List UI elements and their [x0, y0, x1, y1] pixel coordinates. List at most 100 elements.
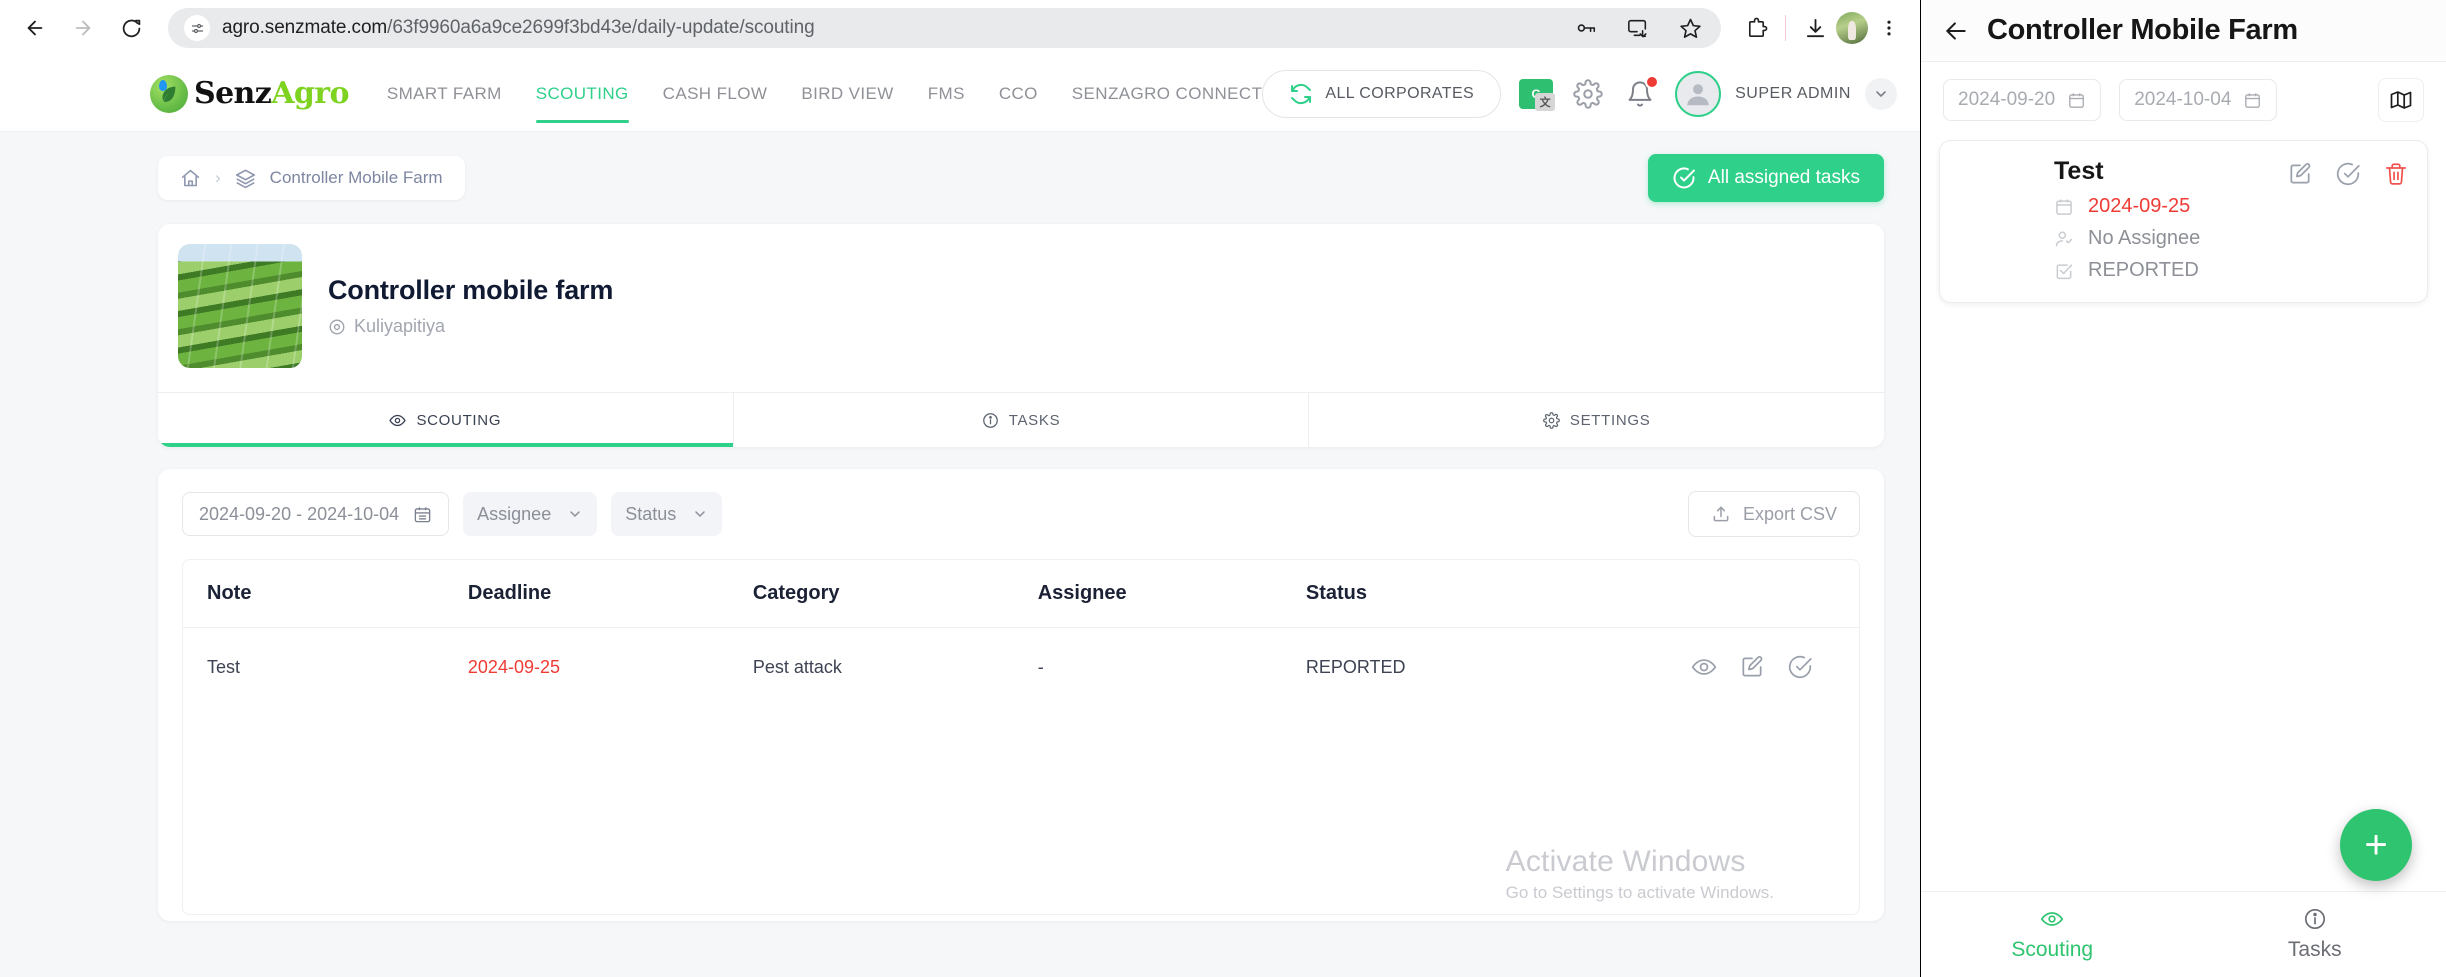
google-translate-icon[interactable]: G 文: [1519, 78, 1556, 111]
col-note: Note: [183, 560, 468, 628]
tab-tasks-label: TASKS: [1008, 411, 1061, 429]
status-select[interactable]: Status: [611, 492, 723, 536]
mobile-task-status: REPORTED: [2054, 259, 2287, 282]
mobile-bottom-nav: Scouting Tasks: [1921, 891, 2446, 977]
address-bar[interactable]: agro.senzmate.com/63f9960a6a9ce2699f3bd4…: [168, 8, 1721, 48]
water-drop-icon: [159, 79, 167, 91]
export-csv-label: Export CSV: [1742, 503, 1837, 524]
breadcrumb-row: › Controller Mobile Farm All assigned ta…: [0, 132, 1920, 202]
reload-icon[interactable]: [110, 7, 152, 49]
screen-root: agro.senzmate.com/63f9960a6a9ce2699f3bd4…: [0, 0, 2446, 977]
back-arrow-icon[interactable]: [14, 7, 56, 49]
extensions-puzzle-icon[interactable]: [1739, 11, 1773, 45]
bottom-nav-tasks[interactable]: Tasks: [2184, 892, 2446, 977]
mobile-date-to-value: 2024-10-04: [2134, 89, 2232, 110]
app-header: SenzAgro SMART FARM SCOUTING CASH FLOW B…: [0, 56, 1920, 132]
nav-smart-farm[interactable]: SMART FARM: [387, 56, 502, 131]
mobile-date-from[interactable]: 2024-09-20: [1943, 79, 2102, 121]
star-bookmark-icon[interactable]: [1673, 11, 1707, 45]
back-arrow-icon[interactable]: [1943, 18, 1969, 44]
leaf-icon: [150, 74, 188, 113]
table-row[interactable]: Test 2024-09-25 Pest attack - REPORTED: [183, 628, 1859, 707]
col-deadline: Deadline: [467, 560, 753, 628]
complete-icon[interactable]: [2335, 161, 2361, 187]
nav-cco[interactable]: CCO: [999, 56, 1038, 131]
tab-tasks[interactable]: TASKS: [733, 393, 1310, 447]
export-csv-button[interactable]: Export CSV: [1687, 491, 1860, 537]
profile-avatar-icon[interactable]: [1836, 12, 1868, 44]
breadcrumb: › Controller Mobile Farm: [158, 156, 465, 200]
all-corporates-button[interactable]: ALL CORPORATES: [1262, 69, 1502, 118]
breadcrumb-separator: ›: [215, 168, 221, 187]
mobile-date-from-value: 2024-09-20: [1958, 89, 2056, 110]
edit-icon[interactable]: [2287, 161, 2313, 187]
bottom-nav-scouting[interactable]: Scouting: [1921, 892, 2184, 977]
forward-arrow-icon[interactable]: [62, 7, 104, 49]
cell-deadline: 2024-09-25: [467, 656, 560, 677]
cell-category: Pest attack: [752, 656, 842, 677]
table-header-row: Note Deadline Category Assignee Status: [183, 560, 1859, 628]
tab-settings[interactable]: SETTINGS: [1309, 393, 1884, 447]
mobile-filters: 2024-09-20 2024-10-04: [1921, 62, 2446, 134]
view-icon[interactable]: [1691, 654, 1717, 680]
mobile-preview-panel: Controller Mobile Farm 2024-09-20 2024-1…: [1920, 0, 2446, 977]
page-content: SenzAgro SMART FARM SCOUTING CASH FLOW B…: [0, 56, 1920, 977]
info-circle-icon: [2303, 907, 2327, 931]
cast-save-icon[interactable]: [1621, 11, 1655, 45]
complete-icon[interactable]: [1787, 654, 1813, 680]
gear-icon[interactable]: [1571, 77, 1605, 111]
senzagro-logo[interactable]: SenzAgro: [150, 74, 349, 113]
mobile-task-status-value: REPORTED: [2088, 259, 2199, 281]
nav-cash-flow[interactable]: CASH FLOW: [663, 56, 768, 131]
filters-row: 2024-09-20 - 2024-10-04 Assignee Status: [182, 491, 1860, 537]
browser-toolbar: agro.senzmate.com/63f9960a6a9ce2699f3bd4…: [0, 0, 1920, 56]
farm-tabs: SCOUTING TASKS SETTINGS: [158, 392, 1884, 447]
nav-senzagro-connect[interactable]: SENZAGRO CONNECT: [1072, 56, 1263, 131]
calendar-icon: [2067, 91, 2086, 110]
layers-icon: [235, 168, 256, 189]
nav-bird-view[interactable]: BIRD VIEW: [801, 56, 893, 131]
col-category: Category: [752, 560, 1038, 628]
all-assigned-tasks-label: All assigned tasks: [1707, 167, 1860, 188]
mobile-date-to[interactable]: 2024-10-04: [2119, 79, 2278, 121]
translate-target-icon: 文: [1535, 92, 1556, 111]
breadcrumb-current[interactable]: Controller Mobile Farm: [270, 168, 443, 188]
assignee-select-label: Assignee: [477, 503, 552, 524]
add-task-fab[interactable]: +: [2340, 809, 2412, 881]
home-icon[interactable]: [180, 168, 201, 189]
calendar-icon: [2054, 197, 2074, 217]
nav-fms[interactable]: FMS: [928, 56, 965, 131]
downloads-icon[interactable]: [1798, 11, 1832, 45]
page-title: Controller mobile farm: [328, 275, 614, 305]
calendar-icon: [2243, 91, 2262, 110]
mobile-task-content: Test 2024-09-25 No Assignee REPORTED: [1958, 157, 2287, 282]
date-range-picker[interactable]: 2024-09-20 - 2024-10-04: [182, 492, 450, 536]
mobile-task-card[interactable]: Test 2024-09-25 No Assignee REPORTED: [1939, 140, 2428, 303]
browser-window: agro.senzmate.com/63f9960a6a9ce2699f3bd4…: [0, 0, 1920, 977]
nav-scouting[interactable]: SCOUTING: [535, 56, 629, 131]
notifications-bell-icon[interactable]: [1623, 74, 1660, 111]
chevron-down-icon[interactable]: [1864, 77, 1897, 110]
col-assignee: Assignee: [1037, 560, 1306, 628]
location-pin-icon: [328, 318, 346, 336]
cell-assignee: -: [1037, 656, 1044, 677]
map-icon[interactable]: [2378, 78, 2424, 122]
checkbox-icon: [2054, 261, 2074, 281]
scouting-table-wrapper: Note Deadline Category Assignee Status T…: [182, 559, 1860, 915]
user-menu[interactable]: SUPER ADMIN: [1675, 70, 1897, 117]
delete-icon[interactable]: [2383, 161, 2409, 187]
toolbar-divider: [1785, 15, 1786, 41]
mobile-task-title: Test: [2054, 157, 2104, 185]
farm-thumbnail: [178, 244, 302, 368]
address-bar-text: agro.senzmate.com/63f9960a6a9ce2699f3bd4…: [222, 17, 815, 39]
tab-settings-label: SETTINGS: [1569, 411, 1651, 429]
all-assigned-tasks-button[interactable]: All assigned tasks: [1647, 154, 1884, 202]
edit-icon[interactable]: [1739, 654, 1765, 680]
assignee-select[interactable]: Assignee: [463, 492, 598, 536]
chevron-down-icon: [567, 506, 583, 522]
three-dot-menu-icon[interactable]: [1872, 11, 1906, 45]
site-settings-icon[interactable]: [184, 15, 210, 41]
mobile-task-assignee: No Assignee: [2054, 227, 2287, 250]
tab-scouting[interactable]: SCOUTING: [158, 393, 734, 447]
password-key-icon[interactable]: [1569, 11, 1603, 45]
